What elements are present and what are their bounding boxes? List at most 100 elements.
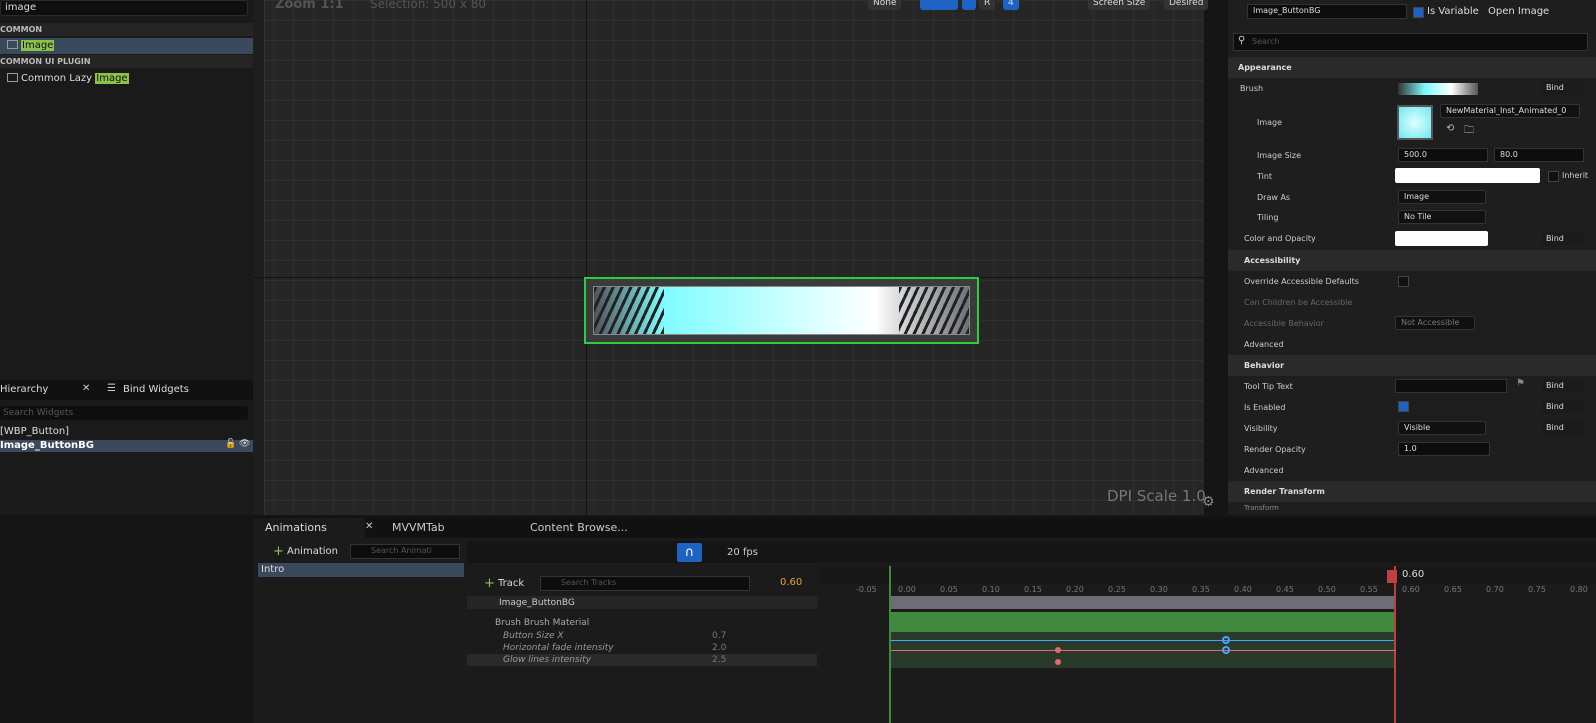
- behavior-label: Behavior: [1244, 361, 1285, 370]
- right-stripes: [899, 287, 969, 334]
- toolbar-none[interactable]: None: [868, 0, 902, 10]
- details-search-input[interactable]: Search: [1233, 33, 1588, 51]
- timeline-tick: 0.70: [1486, 585, 1504, 594]
- inherit-label: Inherit: [1562, 171, 1589, 180]
- is-variable-label: Is Variable: [1427, 6, 1479, 17]
- inherit-checkbox[interactable]: [1548, 171, 1559, 182]
- advanced-row-2[interactable]: Advanced: [1228, 460, 1596, 481]
- tab-content-browser[interactable]: Content Browse...: [530, 521, 628, 534]
- designer-canvas[interactable]: [253, 0, 1204, 515]
- tab-hierarchy[interactable]: Hierarchy: [0, 384, 48, 395]
- image-icon: [7, 73, 18, 82]
- image-asset-dropdown[interactable]: NewMaterial_Inst_Animated_0: [1440, 104, 1580, 118]
- playhead-handle[interactable]: [1387, 570, 1397, 583]
- timeline-tick: 0.45: [1276, 585, 1294, 594]
- image-size-label: Image Size: [1257, 151, 1302, 160]
- section-appearance[interactable]: Appearance: [1228, 57, 1596, 78]
- animation-search-input[interactable]: Search Animati: [350, 544, 460, 559]
- fps-dropdown[interactable]: 20 fps: [727, 547, 758, 558]
- color-bind-button[interactable]: Bind: [1542, 232, 1584, 246]
- add-track-button[interactable]: Track: [498, 578, 524, 589]
- magnet-icon[interactable]: ∩: [677, 543, 702, 562]
- is-variable-checkbox[interactable]: [1413, 7, 1424, 18]
- lock-icon[interactable]: 🔓: [225, 439, 236, 449]
- visibility-dropdown[interactable]: Visible: [1398, 421, 1486, 435]
- image-size-y-input[interactable]: 80.0: [1494, 148, 1584, 162]
- tiling-label: Tiling: [1257, 213, 1279, 222]
- timeline-tick: 0.10: [982, 585, 1000, 594]
- tab-animations[interactable]: Animations: [265, 521, 327, 534]
- toolbar-snap[interactable]: 4: [1003, 0, 1019, 10]
- param-value[interactable]: 0.7: [712, 630, 726, 642]
- close-icon[interactable]: ✕: [365, 521, 373, 532]
- color-opacity-swatch[interactable]: [1395, 231, 1488, 246]
- tab-bind-widgets[interactable]: Bind Widgets: [123, 384, 189, 395]
- param-row[interactable]: Glow lines intensity 2.5: [467, 654, 817, 666]
- keyframe[interactable]: [1055, 647, 1061, 653]
- acc-behavior-dropdown[interactable]: Not Accessible: [1395, 316, 1475, 330]
- brush-bind-button[interactable]: Bind: [1542, 81, 1584, 95]
- browse-icon[interactable]: 🗀: [1464, 123, 1474, 140]
- use-asset-icon[interactable]: ⟲: [1446, 123, 1454, 134]
- toolbar-screen-size[interactable]: Screen Size: [1088, 0, 1151, 10]
- keyframe[interactable]: [1222, 636, 1230, 644]
- tiling-dropdown[interactable]: No Tile: [1398, 210, 1486, 224]
- section-bar-object[interactable]: [891, 596, 1396, 609]
- palette-search-input[interactable]: image: [0, 0, 248, 16]
- keyframe[interactable]: [1222, 646, 1230, 654]
- palette-item-image[interactable]: Image: [0, 38, 253, 54]
- param-row[interactable]: Horizontal fade intensity 2.0: [467, 642, 817, 654]
- track-material-label[interactable]: Brush Brush Material: [495, 618, 589, 628]
- hierarchy-search-input[interactable]: Search Widgets: [0, 406, 248, 420]
- animation-item-intro[interactable]: [258, 563, 464, 577]
- is-enabled-checkbox[interactable]: [1398, 401, 1409, 412]
- visibility-bind-button[interactable]: Bind: [1542, 421, 1584, 435]
- override-acc-checkbox[interactable]: [1398, 276, 1409, 287]
- keyframe[interactable]: [1055, 659, 1061, 665]
- draw-as-dropdown[interactable]: Image: [1398, 190, 1486, 204]
- close-icon[interactable]: ✕: [82, 383, 90, 394]
- timeline-tick: 0.55: [1360, 585, 1378, 594]
- image-thumbnail[interactable]: [1397, 105, 1433, 140]
- param-value[interactable]: 2.5: [712, 654, 726, 666]
- track-object-label: Image_ButtonBG: [499, 598, 575, 608]
- eye-icon[interactable]: 👁: [239, 439, 250, 449]
- param-name: Horizontal fade intensity: [503, 643, 614, 653]
- vertical-ruler: [253, 0, 265, 515]
- add-track-icon: +: [484, 576, 495, 591]
- timeline-ruler[interactable]: [820, 566, 1596, 584]
- toolbar-grid-toggle[interactable]: [962, 0, 976, 10]
- category-common-ui-plugin[interactable]: COMMON UI PLUGIN: [0, 55, 253, 68]
- track-search-input[interactable]: Search Tracks: [540, 576, 750, 591]
- open-image-link[interactable]: Open Image: [1488, 6, 1549, 17]
- section-behavior[interactable]: Behavior: [1228, 355, 1596, 376]
- start-marker[interactable]: [889, 566, 891, 723]
- palette-item-common-lazy-image[interactable]: Common Lazy Image: [0, 71, 253, 87]
- category-common[interactable]: COMMON: [0, 23, 253, 36]
- section-render-transform[interactable]: Render Transform: [1228, 481, 1596, 502]
- hierarchy-root[interactable]: [WBP_Button]: [0, 426, 69, 437]
- section-accessibility[interactable]: Accessibility: [1228, 250, 1596, 271]
- tooltip-bind-button[interactable]: Bind: [1542, 379, 1584, 393]
- timeline-tick: 0.00: [898, 585, 916, 594]
- advanced-row-1[interactable]: Advanced: [1228, 334, 1596, 355]
- render-opacity-input[interactable]: 1.0: [1398, 442, 1490, 456]
- toolbar-r[interactable]: R: [979, 0, 996, 10]
- add-animation-button[interactable]: Animation: [287, 546, 338, 557]
- timeline-tick: 0.50: [1318, 585, 1336, 594]
- toolbar-desired[interactable]: Desired: [1164, 0, 1209, 10]
- toolbar-lock-toggle[interactable]: [920, 0, 958, 10]
- param-value[interactable]: 2.0: [712, 642, 726, 654]
- timeline-tick: 0.20: [1066, 585, 1084, 594]
- enabled-bind-button[interactable]: Bind: [1542, 400, 1584, 414]
- button-bg-preview[interactable]: [584, 277, 979, 344]
- section-bar-material[interactable]: [891, 612, 1396, 632]
- image-size-x-input[interactable]: 500.0: [1398, 148, 1488, 162]
- playhead[interactable]: [1394, 566, 1396, 723]
- tab-mvvm[interactable]: MVVMTab: [392, 521, 445, 534]
- tooltip-input[interactable]: [1395, 379, 1507, 393]
- tint-color-swatch[interactable]: [1395, 168, 1540, 183]
- param-row[interactable]: Button Size X 0.7: [467, 630, 817, 642]
- widget-name-input[interactable]: Image_ButtonBG: [1247, 4, 1407, 19]
- gear-icon[interactable]: ⚙: [1202, 494, 1215, 510]
